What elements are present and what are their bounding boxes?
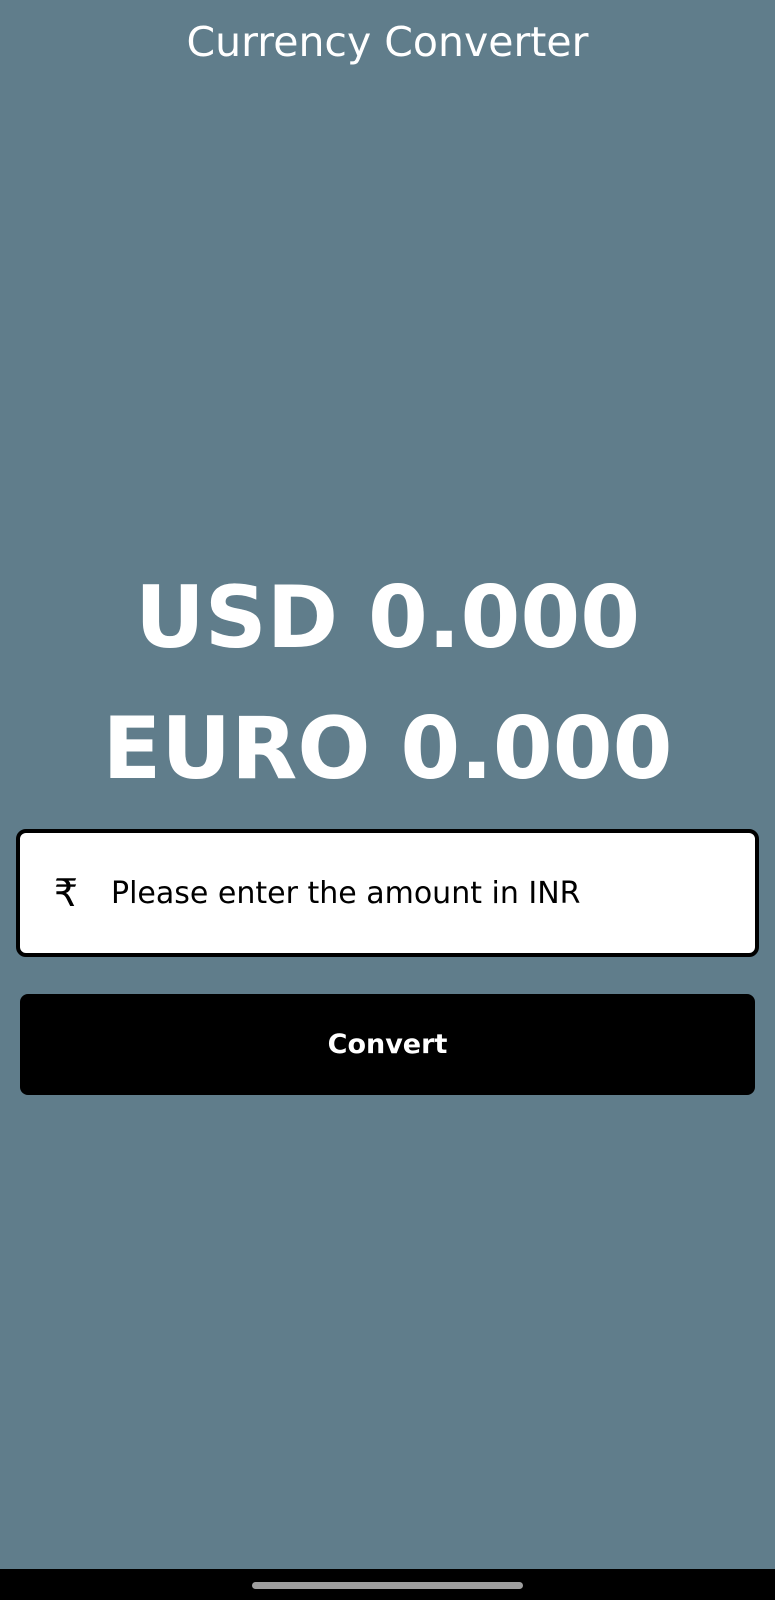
home-indicator[interactable] [252, 1582, 523, 1589]
app-bar: Currency Converter [0, 0, 775, 84]
usd-result: USD 0.000 [134, 568, 641, 668]
amount-field[interactable]: ₹ [16, 829, 759, 957]
rupee-icon: ₹ [53, 871, 79, 915]
euro-result: EURO 0.000 [102, 699, 673, 799]
system-nav-bar [0, 1569, 775, 1600]
amount-input[interactable] [111, 863, 755, 923]
app-title: Currency Converter [186, 18, 589, 66]
convert-button[interactable]: Convert [20, 994, 755, 1095]
